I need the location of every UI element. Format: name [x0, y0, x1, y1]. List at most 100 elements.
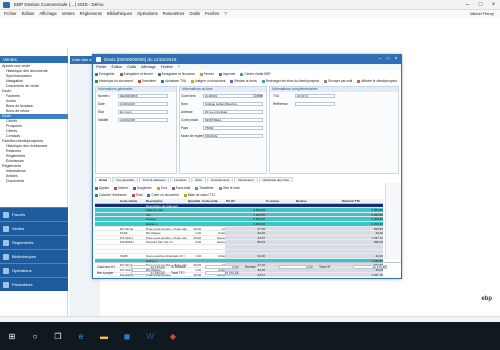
- devis-tab[interactable]: Suivi: [191, 177, 206, 182]
- app-menu-item[interactable]: Bibliothèques: [107, 10, 132, 18]
- toolbar-button[interactable]: Actualiser TVA: [161, 78, 186, 84]
- column-header[interactable]: [95, 199, 109, 203]
- column-header[interactable]: Montant TTC: [341, 199, 383, 203]
- app-menu-item[interactable]: Fenêtre: [205, 10, 219, 18]
- devis-menu-item[interactable]: ?: [178, 64, 180, 70]
- column-header[interactable]: [109, 199, 119, 203]
- toolbar-button[interactable]: Transférer: [137, 78, 156, 84]
- toolbar-button[interactable]: Créer un document: [147, 192, 179, 198]
- edge-icon[interactable]: e: [75, 330, 87, 342]
- toolbar-button[interactable]: Intégrer un document: [191, 78, 225, 84]
- devis-menu-item[interactable]: Édition: [112, 64, 123, 70]
- devis-maximize-icon[interactable]: □: [384, 55, 392, 64]
- nav-button[interactable]: Paramètres: [0, 277, 68, 291]
- toolbar-button[interactable]: Affecter le client/prospect: [357, 78, 397, 84]
- field-input[interactable]: Collège Hébert-Bourbon: [203, 102, 263, 106]
- nav-button[interactable]: Opérations: [0, 263, 68, 277]
- toolbar-button[interactable]: Envoyer par mail: [324, 78, 352, 84]
- task-view-icon[interactable]: ❐: [52, 330, 64, 342]
- explorer-icon[interactable]: ▬: [98, 330, 110, 342]
- nav-button[interactable]: Favoris: [0, 207, 68, 221]
- toolbar-button[interactable]: Réviser le devis: [230, 78, 257, 84]
- user-name[interactable]: Michel Fleury: [470, 10, 494, 18]
- field-input[interactable]: DE00000006: [118, 94, 168, 98]
- devis-close-icon[interactable]: ×: [392, 55, 400, 64]
- devis-menu-item[interactable]: Affichage: [141, 64, 156, 70]
- word-icon[interactable]: W: [144, 330, 156, 342]
- field-input[interactable]: FRANCE: [203, 134, 263, 138]
- field-input[interactable]: [295, 102, 335, 106]
- table-cell: [109, 208, 119, 212]
- toolbar-button[interactable]: Supprimer: [133, 185, 152, 191]
- devis-tab[interactable]: Détail: [95, 177, 112, 182]
- column-header[interactable]: Code article: [119, 199, 145, 203]
- app-menu-item[interactable]: Outils: [189, 10, 200, 18]
- toolbar-button[interactable]: Centre d'aide EBP: [240, 71, 271, 77]
- column-header[interactable]: Description: [145, 199, 187, 203]
- column-header[interactable]: Remise: [295, 199, 341, 203]
- devis-menu-item[interactable]: Fichier: [96, 64, 107, 70]
- app-menu-item[interactable]: Ventes: [62, 10, 75, 18]
- toolbar-button[interactable]: Ajouter: [95, 185, 109, 191]
- ebp-icon[interactable]: ◆: [167, 330, 179, 342]
- column-header[interactable]: Code unité: [201, 199, 225, 203]
- devis-menu-item[interactable]: Fenêtre: [161, 64, 173, 70]
- app-menu-item[interactable]: Opérations: [137, 10, 157, 18]
- field-input[interactable]: 20,00 %: [295, 94, 335, 98]
- devis-tab[interactable]: Historique des infos: [258, 177, 293, 182]
- toolbar-button[interactable]: Sous-total: [171, 185, 190, 191]
- app-menu-item[interactable]: ?: [224, 10, 226, 18]
- toolbar-button[interactable]: Base de calcul TTC: [183, 192, 216, 198]
- nav-button[interactable]: Ventes: [0, 221, 68, 235]
- toolbar-button[interactable]: Imprimer: [218, 71, 235, 77]
- devis-tab[interactable]: Livraison: [170, 177, 191, 182]
- tree-item[interactable]: Documents: [0, 179, 68, 184]
- toolbar-button[interactable]: Fermer: [199, 71, 214, 77]
- toolbar-button[interactable]: Vers le haut: [218, 185, 240, 191]
- devis-tab[interactable]: Documents: [234, 177, 258, 182]
- devis-tab[interactable]: Vue générale: [112, 177, 138, 182]
- outlook-icon[interactable]: ◼: [121, 330, 133, 342]
- table-cell: [341, 244, 383, 249]
- table-cell: [265, 226, 295, 231]
- devis-tab[interactable]: Tiers & adresses: [138, 177, 170, 182]
- toolbar-button[interactable]: Tout: [156, 185, 167, 191]
- column-header[interactable]: PU HT: [225, 199, 265, 203]
- devis-tab[interactable]: Compléments: [206, 177, 234, 182]
- column-header[interactable]: Quantité: [187, 199, 201, 203]
- app-menu-item[interactable]: Affichage: [39, 10, 56, 18]
- table-cell: [265, 217, 295, 221]
- toolbar-button[interactable]: Insérer: [114, 185, 128, 191]
- table-cell: Unité: [217, 254, 225, 258]
- toolbar-button[interactable]: Enregistrer et Nouveau: [157, 71, 195, 77]
- devis-menu-item[interactable]: Outils: [127, 64, 136, 70]
- app-menu-item[interactable]: Fichier: [4, 10, 17, 18]
- devis-minimize-icon[interactable]: –: [376, 55, 384, 64]
- close-icon[interactable]: ×: [487, 0, 500, 10]
- app-menu-item[interactable]: Règlements: [80, 10, 102, 18]
- field-input[interactable]: En cours: [118, 110, 168, 114]
- maximize-icon[interactable]: □: [474, 0, 487, 10]
- field-input[interactable]: 11/02/2018: [118, 102, 168, 106]
- app-menu-item[interactable]: Paramètres: [163, 10, 185, 18]
- field-input[interactable]: 11/03/2018: [118, 118, 168, 122]
- nav-button[interactable]: Règlements: [0, 235, 68, 249]
- toolbar-button[interactable]: Enregistrer: [95, 71, 115, 77]
- field-input[interactable]: 75000: [203, 126, 263, 130]
- toolbar-button[interactable]: Transférer: [195, 185, 214, 191]
- windows-icon[interactable]: ⊞: [6, 330, 18, 342]
- table-cell: [109, 250, 119, 254]
- field-input[interactable]: MONTREAL: [203, 118, 263, 122]
- search-icon[interactable]: ○: [29, 330, 41, 342]
- devis-icon: [96, 57, 101, 62]
- app-menu-item[interactable]: Édition: [22, 10, 35, 18]
- toolbar-button[interactable]: Recharger les infos du client/prospect: [261, 78, 319, 84]
- toolbar-button[interactable]: Calculer l'échéance: [95, 192, 127, 198]
- field-input[interactable]: 20 rue principale: [203, 110, 263, 114]
- toolbar-button[interactable]: Total: [131, 192, 142, 198]
- toolbar-button[interactable]: Historique du document: [95, 78, 133, 84]
- column-header[interactable]: % remise: [265, 199, 295, 203]
- nav-button[interactable]: Bibliothèques: [0, 249, 68, 263]
- toolbar-button[interactable]: Enregistrer et fermer: [119, 71, 153, 77]
- minimize-icon[interactable]: –: [461, 0, 474, 10]
